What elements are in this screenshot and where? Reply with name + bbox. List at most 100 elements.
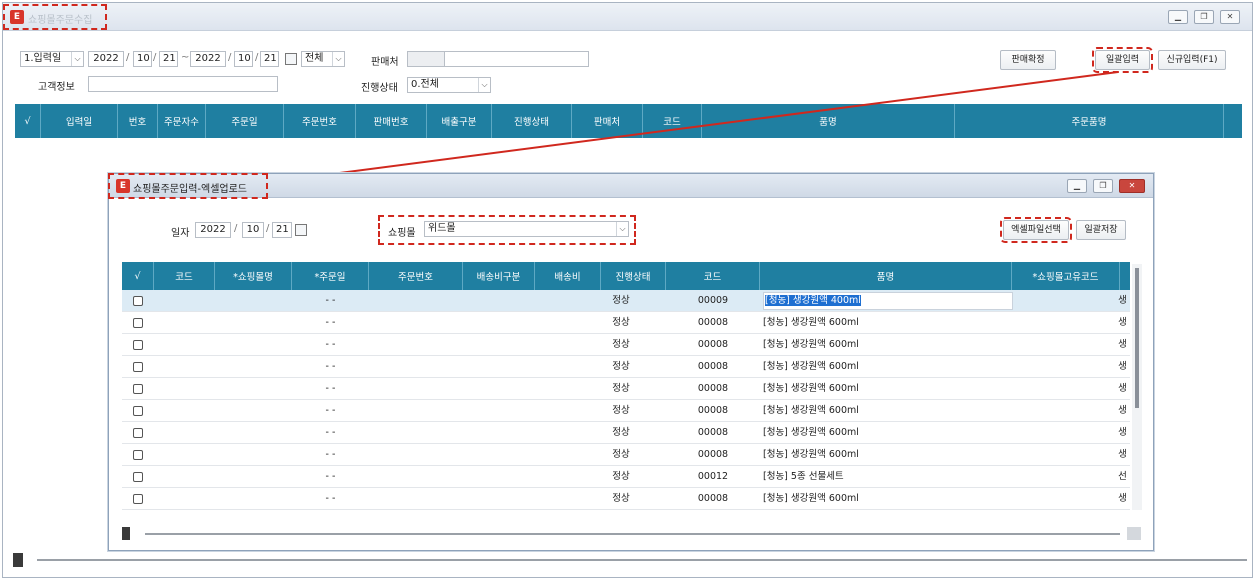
sub-col-code[interactable]: 코드 <box>154 262 215 290</box>
sub-col-shipping-fee[interactable]: 배송비 <box>535 262 601 290</box>
cell-item-name: [청농] 생강원액 400ml <box>765 295 861 306</box>
sub-scroll-corner <box>1127 527 1141 540</box>
cell-item-name: [청농] 생강원액 600ml <box>763 383 859 394</box>
cell-item-code: 00008 <box>697 339 729 350</box>
sub-minimize-button[interactable]: ▁ <box>1067 179 1087 193</box>
sub-vertical-scrollbar[interactable] <box>1132 264 1142 510</box>
row-checkbox[interactable] <box>133 296 143 306</box>
sub-grid-header: √ 코드 *쇼핑몰명 *주문일 주문번호 배송비구분 배송비 진행상태 코드 품… <box>122 262 1130 290</box>
sub-col-order-number[interactable]: 주문번호 <box>369 262 463 290</box>
cell-extra: 생 <box>1118 449 1127 460</box>
cell-status: 정상 <box>612 471 630 482</box>
sub-day-field[interactable]: 21 <box>272 222 292 238</box>
sub-col-mall-unique-code[interactable]: *쇼핑몰고유코드 <box>1012 262 1120 290</box>
cell-item-code: 00008 <box>697 493 729 504</box>
cell-status: 정상 <box>612 295 630 306</box>
row-checkbox[interactable] <box>133 362 143 372</box>
row-checkbox[interactable] <box>133 472 143 482</box>
cell-item-name: [청농] 생강원액 600ml <box>763 493 859 504</box>
cell-order-date: - - <box>325 405 336 416</box>
cell-item-name: [청농] 생강원액 600ml <box>763 339 859 350</box>
cell-order-date: - - <box>325 449 336 460</box>
cell-extra: 생 <box>1118 339 1127 350</box>
table-row[interactable]: - - 정상 00012 [청농] 5종 선물세트 선 <box>122 466 1130 488</box>
table-row[interactable]: - - 정상 00009 [청농] 생강원액 400ml 생 <box>122 290 1130 312</box>
sub-month-field[interactable]: 10 <box>242 222 264 238</box>
row-checkbox[interactable] <box>133 428 143 438</box>
cell-order-date: - - <box>325 493 336 504</box>
date-sep: / <box>234 223 238 234</box>
row-checkbox[interactable] <box>133 450 143 460</box>
row-checkbox[interactable] <box>133 384 143 394</box>
chevron-down-icon: ⌵ <box>616 222 628 236</box>
row-checkbox[interactable] <box>133 494 143 504</box>
cell-item-code: 00008 <box>697 405 729 416</box>
cell-extra: 생 <box>1118 405 1127 416</box>
cell-item-name: [청농] 생강원액 600ml <box>763 449 859 460</box>
mall-select[interactable]: 위드몰 ⌵ <box>424 221 629 237</box>
table-row[interactable]: - - 정상 00008 [청농] 생강원액 600ml 생 <box>122 378 1130 400</box>
cell-status: 정상 <box>612 427 630 438</box>
cell-extra: 생 <box>1118 427 1127 438</box>
cell-item-code: 00009 <box>697 295 729 306</box>
sub-year-field[interactable]: 2022 <box>195 222 231 238</box>
sub-col-item-code[interactable]: 코드 <box>666 262 760 290</box>
cell-item-code: 00008 <box>697 361 729 372</box>
table-row[interactable]: - - 정상 00008 [청농] 생강원액 600ml 생 <box>122 444 1130 466</box>
cell-extra: 생 <box>1118 493 1127 504</box>
cell-order-date: - - <box>325 317 336 328</box>
sub-col-check[interactable]: √ <box>122 262 154 290</box>
sub-scroll-left-thumb[interactable] <box>122 527 130 540</box>
cell-status: 정상 <box>612 317 630 328</box>
table-row[interactable]: - - 정상 00008 [청농] 생강원액 600ml 생 <box>122 356 1130 378</box>
cell-extra: 생 <box>1118 295 1127 306</box>
cell-extra: 생 <box>1118 361 1127 372</box>
cell-status: 정상 <box>612 405 630 416</box>
sub-window-title: 쇼핑몰주문입력-엑셀업로드 <box>133 184 248 195</box>
cell-status: 정상 <box>612 449 630 460</box>
cell-order-date: - - <box>325 295 336 306</box>
cell-status: 정상 <box>612 339 630 350</box>
sub-vertical-scroll-thumb[interactable] <box>1135 268 1139 408</box>
cell-item-name: [청농] 생강원액 600ml <box>763 317 859 328</box>
row-checkbox[interactable] <box>133 318 143 328</box>
cell-order-date: - - <box>325 383 336 394</box>
excel-file-select-button[interactable]: 엑셀파일선택 <box>1000 217 1072 243</box>
date-label: 일자 <box>171 228 190 239</box>
cell-extra: 생 <box>1118 383 1127 394</box>
sub-grid-body: - - 정상 00009 [청농] 생강원액 400ml 생 - - 정상 00… <box>122 290 1130 512</box>
cell-order-date: - - <box>325 427 336 438</box>
cell-item-name-editor[interactable]: [청농] 생강원액 400ml <box>763 290 1013 312</box>
app-icon: E <box>116 179 130 193</box>
cell-item-name: [청농] 생강원액 600ml <box>763 405 859 416</box>
cell-status: 정상 <box>612 361 630 372</box>
mall-label: 쇼핑몰 <box>388 228 416 239</box>
table-row[interactable]: - - 정상 00008 [청농] 생강원액 600ml 생 <box>122 334 1130 356</box>
sub-close-button[interactable]: ✕ <box>1119 179 1145 193</box>
cell-extra: 생 <box>1118 317 1127 328</box>
table-row[interactable]: - - 정상 00008 [청농] 생강원액 600ml 생 <box>122 312 1130 334</box>
sub-col-mall-name[interactable]: *쇼핑몰명 <box>215 262 292 290</box>
cell-order-date: - - <box>325 471 336 482</box>
row-checkbox[interactable] <box>133 406 143 416</box>
bulk-save-button[interactable]: 일괄저장 <box>1076 220 1126 240</box>
calendar-icon[interactable] <box>295 224 307 236</box>
cell-item-name: [청농] 생강원액 600ml <box>763 427 859 438</box>
sub-col-item-name[interactable]: 품명 <box>760 262 1012 290</box>
cell-item-code: 00008 <box>697 449 729 460</box>
sub-maximize-button[interactable]: ❐ <box>1093 179 1113 193</box>
sub-col-status[interactable]: 진행상태 <box>601 262 666 290</box>
sub-col-shipping-type[interactable]: 배송비구분 <box>463 262 535 290</box>
cell-status: 정상 <box>612 383 630 394</box>
sub-titlebar: E 쇼핑몰주문입력-엑셀업로드 ▁ ❐ ✕ <box>108 173 1153 199</box>
sub-col-order-date[interactable]: *주문일 <box>292 262 369 290</box>
cell-item-code: 00008 <box>697 383 729 394</box>
table-row[interactable]: - - 정상 00008 [청농] 생강원액 600ml 생 <box>122 400 1130 422</box>
cell-status: 정상 <box>612 493 630 504</box>
cell-item-name: [청농] 생강원액 600ml <box>763 361 859 372</box>
row-checkbox[interactable] <box>133 340 143 350</box>
sub-horizontal-scrollbar[interactable] <box>145 533 1120 535</box>
table-row[interactable]: - - 정상 00008 [청농] 생강원액 600ml 생 <box>122 422 1130 444</box>
cell-order-date: - - <box>325 339 336 350</box>
table-row[interactable]: - - 정상 00008 [청농] 생강원액 600ml 생 <box>122 488 1130 510</box>
